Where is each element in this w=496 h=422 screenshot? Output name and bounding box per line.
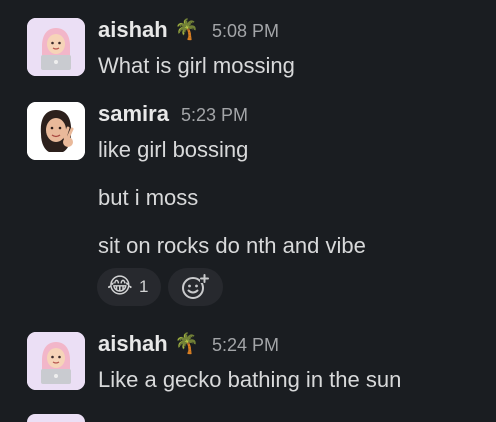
- avatar-aishah[interactable]: [27, 332, 85, 390]
- add-reaction-button[interactable]: [168, 268, 223, 306]
- avatar-next-message[interactable]: [27, 414, 85, 422]
- palm-tree-status-icon: 🌴: [174, 19, 199, 41]
- avatar-samira[interactable]: [27, 102, 85, 160]
- add-reaction-icon: [182, 274, 209, 299]
- message-text: sit on rocks do nth and vibe: [98, 233, 366, 258]
- author-name[interactable]: aishah: [98, 331, 168, 357]
- message-text: but i moss: [98, 185, 199, 210]
- reaction-joy[interactable]: 😂 1: [97, 268, 161, 306]
- author-name[interactable]: aishah: [98, 17, 168, 43]
- tears-of-joy-icon: 😂: [107, 273, 133, 298]
- author-name[interactable]: samira: [98, 101, 169, 127]
- message-text: like girl bossing: [98, 137, 249, 162]
- message-text: Like a gecko bathing in the sun: [98, 367, 402, 392]
- palm-tree-status-icon: 🌴: [174, 333, 199, 355]
- avatar-aishah[interactable]: [27, 18, 85, 76]
- memoji-hijab-laptop-icon: [27, 332, 85, 390]
- memoji-peace-sign-icon: [27, 102, 85, 160]
- reaction-count: 1: [139, 277, 149, 296]
- memoji-hijab-laptop-icon: [27, 18, 85, 76]
- timestamp[interactable]: 5:24 PM: [212, 335, 279, 356]
- timestamp[interactable]: 5:23 PM: [181, 105, 248, 126]
- message-text: What is girl mossing: [98, 53, 295, 78]
- timestamp[interactable]: 5:08 PM: [212, 21, 279, 42]
